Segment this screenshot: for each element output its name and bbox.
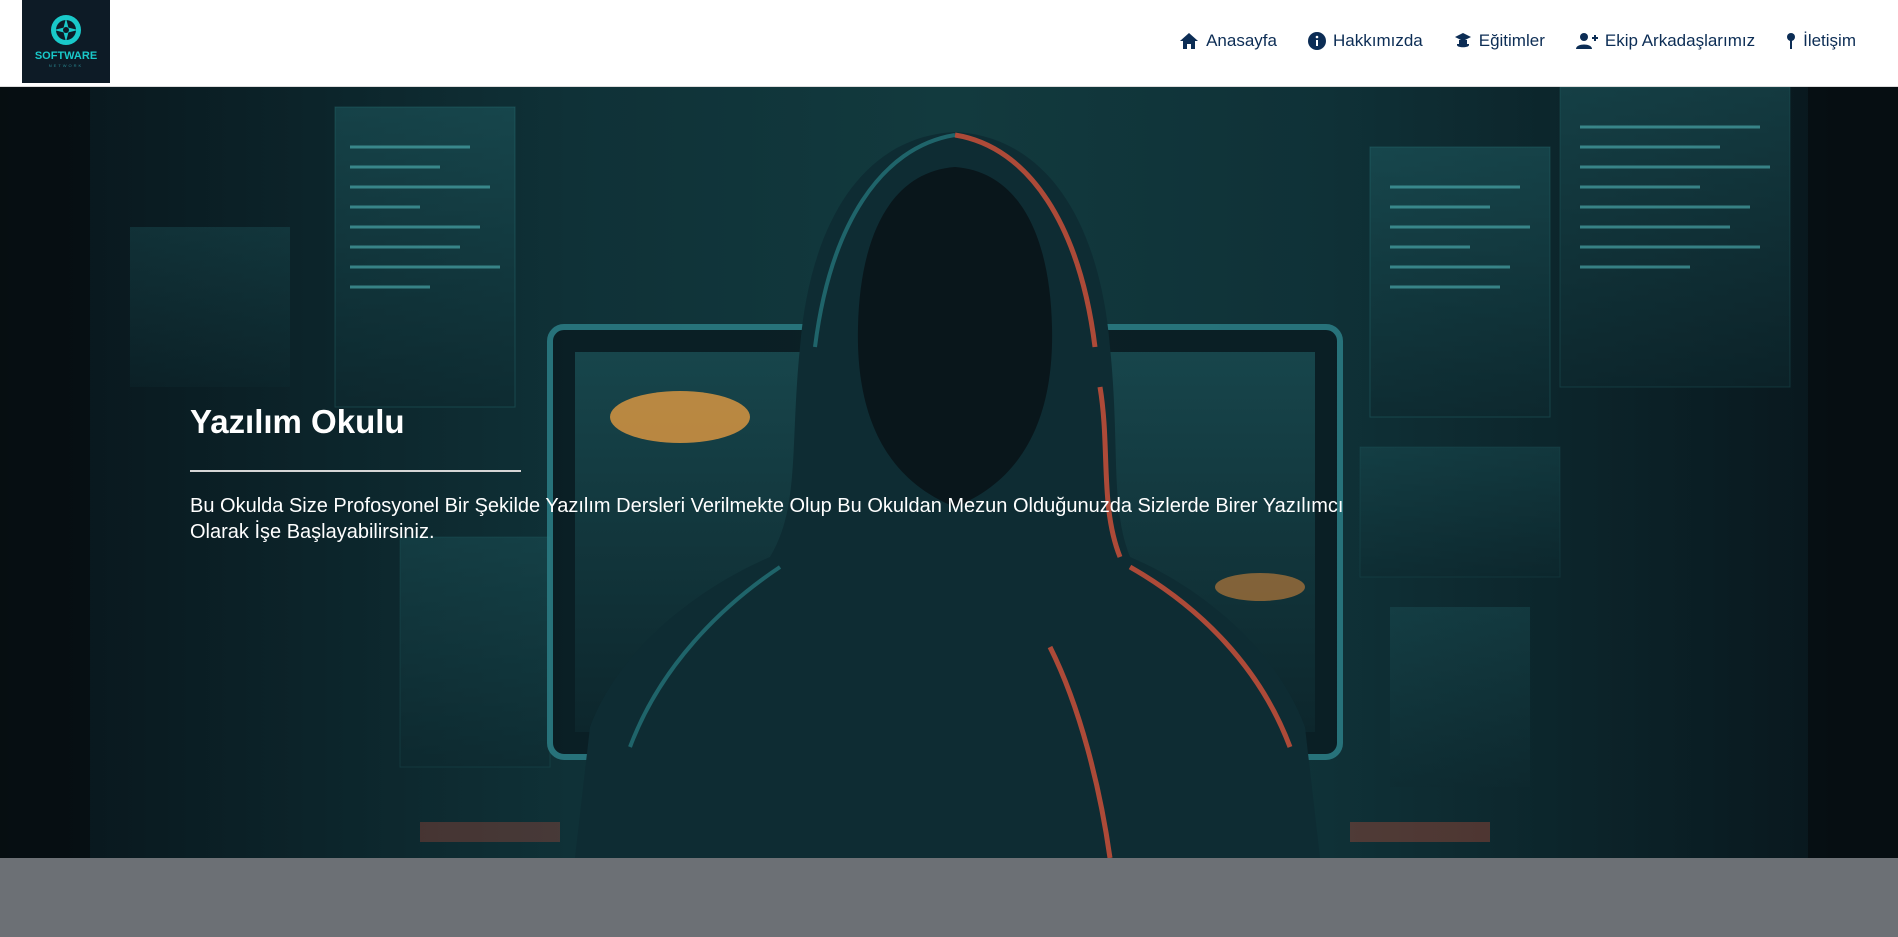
hero-title: Yazılım Okulu xyxy=(190,403,405,440)
nav-item-iletisim[interactable]: İletişim xyxy=(1786,31,1856,51)
map-pin-icon xyxy=(1787,33,1796,49)
footer-band xyxy=(0,858,1898,937)
nav-item-label: İletişim xyxy=(1803,31,1856,50)
nav-item-anasayfa[interactable]: Anasayfa xyxy=(1179,31,1277,51)
brand-logo[interactable]: SOFTWARE NETWORK xyxy=(22,0,110,83)
nav-item-label: Anasayfa xyxy=(1206,31,1277,50)
nav-item-hakkimizda[interactable]: Hakkımızda xyxy=(1307,31,1423,51)
nav-item-egitimler[interactable]: Eğitimler xyxy=(1454,31,1545,51)
hero-banner: Yazılım Okulu Bu Okulda Size Profosyonel… xyxy=(0,87,1898,858)
info-circle-icon xyxy=(1307,32,1326,50)
nav-item-label: Hakkımızda xyxy=(1332,31,1423,50)
compass-icon xyxy=(51,15,81,45)
nav-item-label: Ekip Arkadaşlarımız xyxy=(1604,31,1756,50)
graduate-icon xyxy=(1454,33,1471,48)
hacker-background-image xyxy=(0,87,1898,858)
main-nav: Anasayfa Hakkımızda Eğitimler Ekip Arkad… xyxy=(1148,31,1856,51)
user-plus-icon xyxy=(1575,33,1598,49)
logo-subtext: NETWORK xyxy=(48,63,84,68)
hero-description: Bu Okulda Size Profosyonel Bir Şekilde Y… xyxy=(190,495,1344,543)
nav-item-ekip[interactable]: Ekip Arkadaşlarımız xyxy=(1575,31,1756,51)
hero-divider xyxy=(190,470,521,472)
nav-item-label: Eğitimler xyxy=(1478,31,1545,50)
home-icon xyxy=(1180,33,1199,49)
navbar: SOFTWARE NETWORK Anasayfa Hakkımızda Eği… xyxy=(0,0,1898,87)
logo-text: SOFTWARE xyxy=(34,50,98,62)
